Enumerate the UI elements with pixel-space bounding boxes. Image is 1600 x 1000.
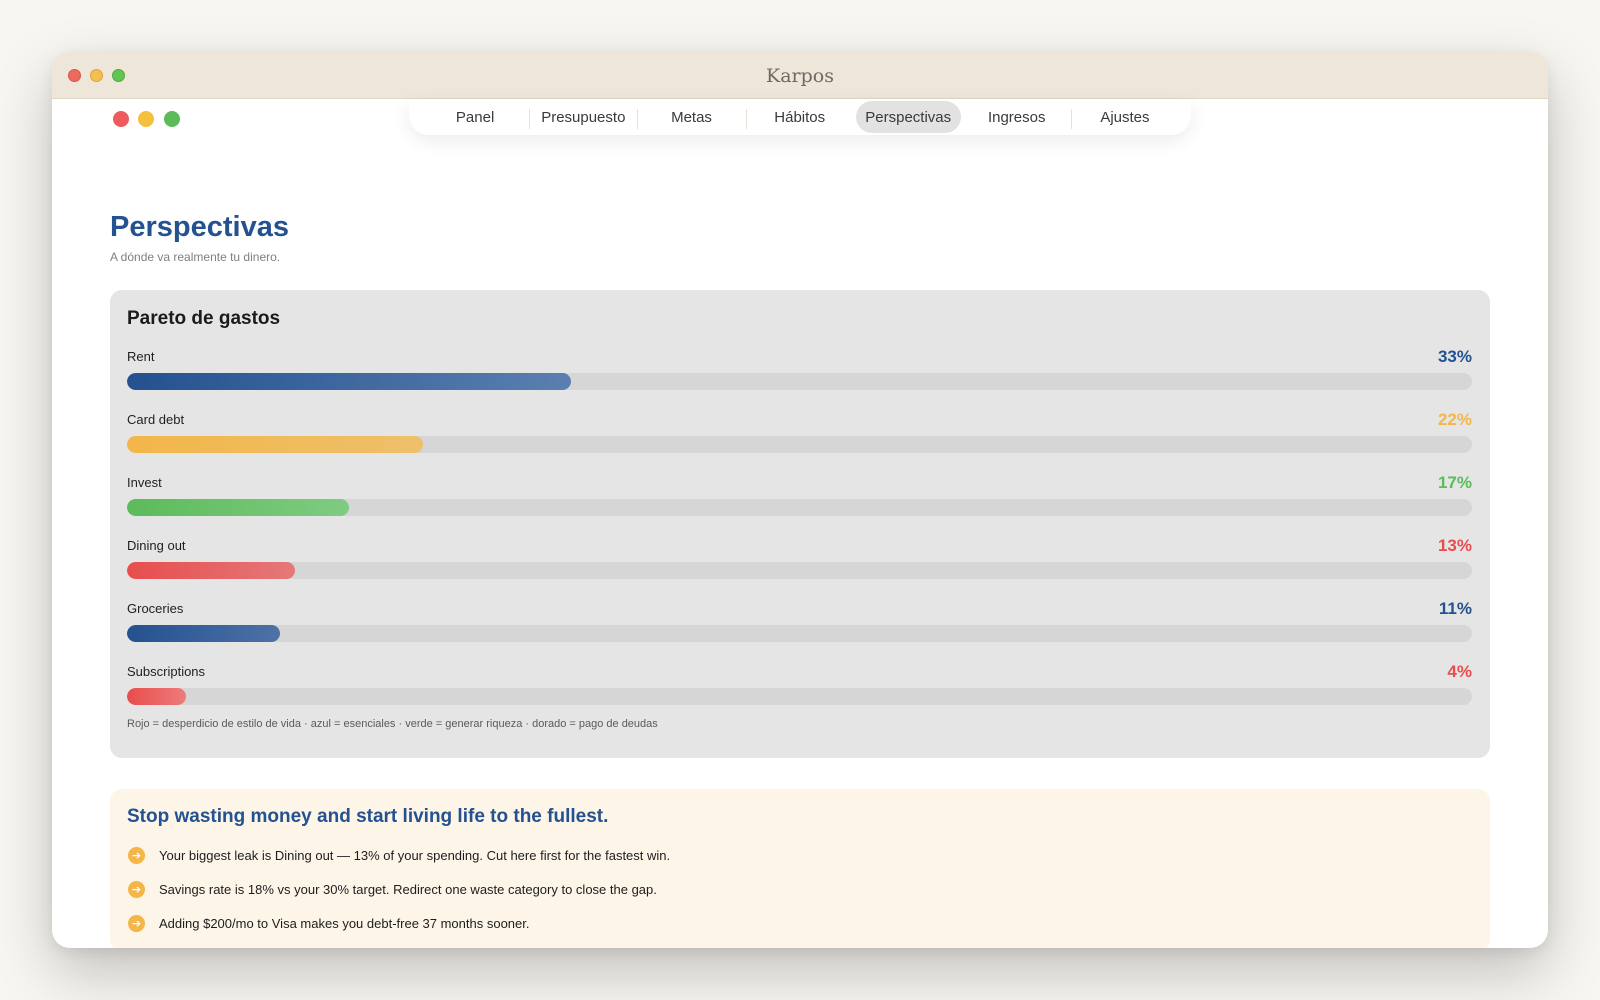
tab-ajustes[interactable]: Ajustes	[1070, 101, 1179, 133]
yellow-dot-icon	[138, 111, 154, 127]
page-title: Perspectivas	[110, 211, 289, 243]
insight-text: Your biggest leak is Dining out — 13% of…	[159, 848, 671, 863]
pareto-label: Invest	[127, 475, 162, 490]
pareto-row-rent: Rent 33%	[127, 347, 1472, 412]
insight-item: ➔ Your biggest leak is Dining out — 13% …	[128, 847, 670, 864]
insights-card: Stop wasting money and start living life…	[110, 789, 1490, 948]
tab-panel[interactable]: Panel	[421, 101, 529, 133]
progress-track	[127, 625, 1472, 642]
arrow-right-icon: ➔	[128, 915, 145, 932]
arrow-right-icon: ➔	[128, 881, 145, 898]
pareto-row-groceries: Groceries 11%	[127, 599, 1472, 664]
progress-fill	[127, 373, 571, 390]
pareto-row-card-debt: Card debt 22%	[127, 410, 1472, 475]
progress-fill	[127, 562, 296, 579]
progress-fill	[127, 625, 281, 642]
tab-presupuesto[interactable]: Presupuesto	[529, 101, 637, 133]
pareto-percent: 33%	[1437, 347, 1472, 366]
tab-ingresos[interactable]: Ingresos	[963, 101, 1071, 133]
main-content: Panel Presupuesto Metas Hábitos Perspect…	[52, 99, 1548, 948]
pareto-percent: 17%	[1437, 473, 1472, 492]
insight-text: Savings rate is 18% vs your 30% target. …	[159, 882, 657, 897]
insight-item: ➔ Adding $200/mo to Visa makes you debt-…	[128, 915, 530, 932]
red-dot-icon	[113, 111, 129, 127]
pareto-label: Subscriptions	[127, 664, 206, 679]
progress-fill	[127, 688, 187, 705]
progress-fill	[127, 436, 423, 453]
window-title: Karpos	[766, 65, 834, 87]
progress-fill	[127, 499, 349, 516]
progress-track	[127, 499, 1472, 516]
insights-title: Stop wasting money and start living life…	[127, 806, 609, 827]
tab-habitos[interactable]: Hábitos	[745, 101, 854, 133]
pareto-list: Rent 33% Card debt 22% Invest 17% Dining…	[127, 347, 1472, 727]
color-legend-note: Rojo = desperdicio de estilo de vida · a…	[127, 718, 658, 730]
progress-track	[127, 373, 1472, 390]
top-nav: Panel Presupuesto Metas Hábitos Perspect…	[409, 99, 1191, 135]
pareto-label: Rent	[127, 349, 155, 364]
green-dot-icon	[164, 111, 180, 127]
app-window: Karpos Panel Presupuesto Metas Hábitos P…	[52, 52, 1548, 948]
progress-track	[127, 562, 1472, 579]
pareto-percent: 22%	[1437, 410, 1472, 429]
pareto-percent: 4%	[1447, 662, 1472, 681]
pareto-percent: 13%	[1437, 536, 1472, 555]
insight-item: ➔ Savings rate is 18% vs your 30% target…	[128, 881, 657, 898]
pareto-label: Groceries	[127, 601, 184, 616]
pareto-percent: 11%	[1438, 599, 1472, 618]
pareto-card: Pareto de gastos Rent 33% Card debt 22% …	[110, 290, 1490, 758]
progress-track	[127, 436, 1472, 453]
pareto-row-invest: Invest 17%	[127, 473, 1472, 538]
title-bar: Karpos	[52, 52, 1548, 99]
tab-perspectivas[interactable]: Perspectivas	[855, 101, 961, 133]
pareto-row-dining-out: Dining out 13%	[127, 536, 1472, 601]
page-subtitle: A dónde va realmente tu dinero.	[110, 250, 281, 264]
arrow-right-icon: ➔	[128, 847, 145, 864]
tab-metas[interactable]: Metas	[637, 101, 745, 133]
insight-text: Adding $200/mo to Visa makes you debt-fr…	[159, 916, 530, 931]
progress-track	[127, 688, 1472, 705]
pareto-title: Pareto de gastos	[127, 308, 281, 329]
pareto-label: Card debt	[127, 412, 185, 427]
pareto-label: Dining out	[127, 538, 186, 553]
